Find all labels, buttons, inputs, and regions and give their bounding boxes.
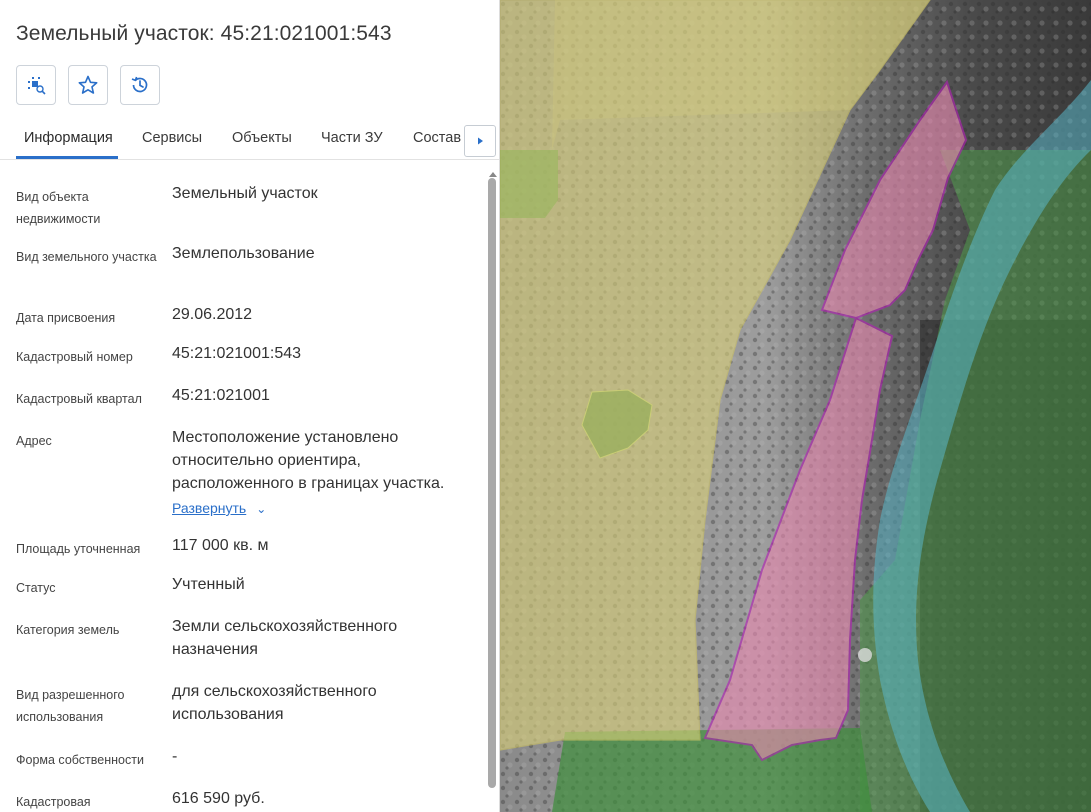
row-label: Вид разрешенного использования xyxy=(16,688,125,724)
history-button[interactable] xyxy=(120,65,160,105)
star-icon xyxy=(78,75,98,94)
row-value: 117 000 кв. м xyxy=(172,537,269,554)
row-label: Кадастровая xyxy=(16,795,91,809)
row-label: Адрес xyxy=(16,434,52,448)
tab-composition[interactable]: Состав xyxy=(413,130,461,146)
expand-label: Развернуть xyxy=(172,500,247,516)
tabs-scroll-right-button[interactable] xyxy=(464,125,496,157)
favorite-button[interactable] xyxy=(68,65,108,105)
tab-services[interactable]: Сервисы xyxy=(142,130,202,146)
scroll-up-arrow[interactable] xyxy=(489,172,497,177)
row-value: Земли сельскохозяйственного назначения xyxy=(172,618,398,658)
row-label: Категория земель xyxy=(16,623,120,637)
search-on-map-icon xyxy=(28,77,46,95)
row-value: 45:21:021001:543 xyxy=(172,345,302,362)
tab-bar: Информация Сервисы Объекты Части ЗУ Сост… xyxy=(0,118,499,160)
row-value: 29.06.2012 xyxy=(172,306,253,323)
row-value: Землепользование xyxy=(172,245,315,262)
history-icon xyxy=(131,76,148,93)
tab-information[interactable]: Информация xyxy=(24,130,113,146)
active-tab-indicator xyxy=(16,156,118,159)
row-label: Дата присвоения xyxy=(16,311,116,325)
row-label: Вид объекта недвижимости xyxy=(16,190,101,226)
satellite-map[interactable] xyxy=(500,0,1091,812)
bright-spot xyxy=(858,648,872,662)
row-label: Кадастровый квартал xyxy=(16,392,142,406)
info-list: Вид объекта недвижимости Земельный участ… xyxy=(0,160,488,812)
page-title: Земельный участок: 45:21:021001:543 xyxy=(16,22,392,45)
info-panel: Земельный участок: 45:21:021001:543 Инфо… xyxy=(0,0,500,812)
tab-objects[interactable]: Объекты xyxy=(232,130,292,146)
expand-address-link[interactable]: Развернуть ⌄ xyxy=(172,500,266,516)
chevron-down-icon: ⌄ xyxy=(256,502,267,516)
row-label: Площадь уточненная xyxy=(16,542,141,556)
tab-parcel-parts[interactable]: Части ЗУ xyxy=(321,130,383,146)
row-value: - xyxy=(172,748,178,765)
row-label: Кадастровый номер xyxy=(16,350,133,364)
row-value: для сельскохозяйственного использования xyxy=(172,683,377,723)
chevron-right-icon xyxy=(478,137,483,145)
panel-scrollbar[interactable] xyxy=(487,166,497,812)
row-label: Статус xyxy=(16,581,56,595)
show-on-map-button[interactable] xyxy=(16,65,56,105)
row-value: Местоположение установлено относительно … xyxy=(172,429,445,492)
row-value: 45:21:021001 xyxy=(172,387,270,404)
map-view[interactable] xyxy=(500,0,1091,812)
row-label: Форма собственности xyxy=(16,753,144,767)
row-value: Земельный участок xyxy=(172,185,318,202)
row-value: Учтенный xyxy=(172,576,245,593)
row-value: 616 590 руб. xyxy=(172,790,265,807)
scrollbar-thumb[interactable] xyxy=(488,178,496,788)
row-label: Вид земельного участка xyxy=(16,250,157,264)
